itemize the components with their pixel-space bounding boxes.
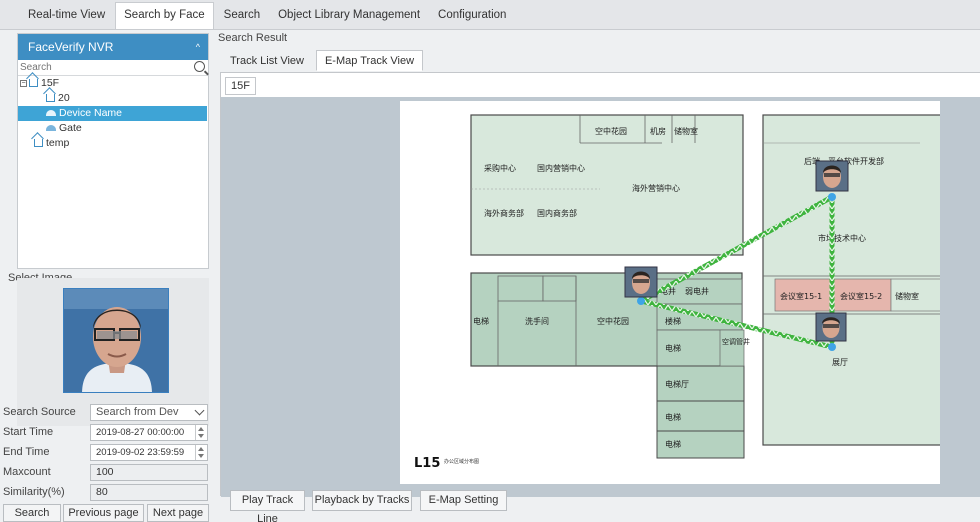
- tree-node-label: temp: [46, 137, 70, 149]
- maxcount-value: 100: [96, 466, 114, 478]
- maxcount-row: Maxcount 100: [0, 464, 213, 482]
- room-label: 电梯: [473, 316, 489, 326]
- room-label: 弱电井: [685, 286, 709, 296]
- similarity-label: Similarity(%): [3, 486, 65, 498]
- playback-by-tracks-button[interactable]: Playback by Tracks: [312, 490, 412, 511]
- result-tab-bar: Track List View E-Map Track View: [221, 50, 426, 72]
- tab-configuration[interactable]: Configuration: [430, 3, 514, 29]
- collapse-icon[interactable]: ^: [196, 34, 200, 60]
- room-label: 会议室15-2: [840, 291, 882, 301]
- room-label: 会议室15-1: [780, 291, 822, 301]
- start-time-value: 2019-08-27 00:00:00: [96, 427, 185, 438]
- floor-plan[interactable]: 空中花园 机房 储物室 采购中心 国内营销中心 海外营销中心 海外商务部 国内商…: [400, 101, 942, 484]
- room-label: 国内营销中心: [537, 163, 585, 173]
- start-time-field[interactable]: 2019-08-27 00:00:00: [90, 424, 208, 441]
- search-result-title: Search Result: [218, 32, 288, 44]
- room-label: 楼梯: [665, 316, 681, 326]
- tree-search-input[interactable]: [18, 60, 188, 75]
- search-button[interactable]: Search: [3, 504, 61, 522]
- previous-page-button[interactable]: Previous page: [63, 504, 144, 522]
- tab-e-map-track-view[interactable]: E-Map Track View: [315, 50, 424, 71]
- room-label: 国内商务部: [537, 208, 577, 218]
- similarity-row: Similarity(%) 80: [0, 484, 213, 502]
- similarity-value: 80: [96, 486, 108, 498]
- tab-search-by-face[interactable]: Search by Face: [115, 2, 214, 29]
- area-icon: [34, 139, 43, 147]
- search-source-select[interactable]: Search from Dev: [90, 404, 208, 421]
- end-time-spinner[interactable]: [195, 445, 207, 460]
- collapse-node-icon[interactable]: −: [20, 80, 27, 87]
- maxcount-field[interactable]: 100: [90, 464, 208, 481]
- room-label: 海外商务部: [484, 208, 524, 218]
- tab-object-library-management[interactable]: Object Library Management: [270, 3, 428, 29]
- room-label: 电梯: [665, 439, 681, 449]
- start-time-row: Start Time 2019-08-27 00:00:00: [0, 424, 213, 442]
- start-time-label: Start Time: [3, 426, 54, 438]
- nvr-title: FaceVerify NVR: [28, 40, 114, 54]
- left-panel: FaceVerify NVR ^ −15F 20 Device Name Gat…: [0, 30, 213, 522]
- main-panel: Search Result Track List View E-Map Trac…: [213, 30, 980, 522]
- floor-tab-15f[interactable]: 15F: [225, 77, 256, 95]
- tree-node-20[interactable]: 20: [18, 91, 208, 106]
- end-time-label: End Time: [3, 446, 50, 458]
- search-source-label: Search Source: [3, 406, 76, 418]
- room-label: 空中花园: [597, 316, 629, 326]
- end-time-row: End Time 2019-09-02 23:59:59: [0, 444, 213, 462]
- tab-real-time-view[interactable]: Real-time View: [20, 3, 113, 29]
- tree-search: [18, 60, 208, 76]
- face-photo[interactable]: [63, 288, 169, 393]
- e-map-content: 15F 空中花园 机房 储物室 采购中心 国内营销中心 海外营销中心 海外商务部…: [220, 72, 980, 497]
- room-label: 市场技术中心: [818, 233, 866, 243]
- search-source-value: Search from Dev: [96, 406, 179, 418]
- tab-track-list-view[interactable]: Track List View: [221, 50, 313, 71]
- maxcount-label: Maxcount: [3, 466, 51, 478]
- room-label: 采购中心: [484, 163, 516, 173]
- play-track-line-button[interactable]: Play Track Line: [230, 490, 305, 522]
- next-page-button[interactable]: Next page: [147, 504, 209, 522]
- tree-node-gate[interactable]: Gate: [18, 121, 208, 136]
- top-tab-bar: Real-time View Search by Face Search Obj…: [0, 0, 980, 30]
- floor-caption: 办公区域分布图: [444, 458, 479, 465]
- end-time-field[interactable]: 2019-09-02 23:59:59: [90, 444, 208, 461]
- map-area[interactable]: 空中花园 机房 储物室 采购中心 国内营销中心 海外营销中心 海外商务部 国内商…: [221, 97, 980, 497]
- tree-node-label: Device Name: [59, 107, 123, 119]
- area-icon: [46, 94, 55, 102]
- e-map-setting-button[interactable]: E-Map Setting: [420, 490, 507, 511]
- room-label: 电梯: [665, 412, 681, 422]
- room-label: 海外营销中心: [632, 183, 680, 193]
- floor-label: L15: [414, 456, 440, 471]
- room-label: 机房: [650, 126, 666, 136]
- room-label: 电梯厅: [665, 379, 689, 389]
- room-label: 洗手间: [525, 316, 549, 326]
- similarity-field[interactable]: 80: [90, 484, 208, 501]
- chevron-down-icon: [194, 405, 205, 416]
- room-label: 空调管井: [722, 337, 750, 346]
- tree-node-label: Gate: [59, 122, 82, 134]
- start-time-spinner[interactable]: [195, 425, 207, 440]
- tab-search[interactable]: Search: [216, 3, 268, 29]
- room-label: 储物室: [895, 291, 919, 301]
- device-tree-header[interactable]: FaceVerify NVR ^: [18, 34, 208, 60]
- room-label: 空中花园: [595, 126, 627, 136]
- room-label: 储物室: [674, 126, 698, 136]
- camera-icon: [46, 110, 56, 116]
- room-label: 展厅: [832, 358, 848, 367]
- end-time-value: 2019-09-02 23:59:59: [96, 447, 185, 458]
- area-icon: [29, 79, 38, 87]
- search-icon[interactable]: [194, 61, 205, 72]
- tree-node-device-name[interactable]: Device Name: [18, 106, 207, 121]
- tree-node-temp[interactable]: temp: [18, 136, 208, 151]
- room-label: 电梯: [665, 343, 681, 353]
- camera-icon: [46, 125, 56, 131]
- search-source-row: Search Source Search from Dev: [0, 404, 213, 422]
- device-tree-panel: FaceVerify NVR ^ −15F 20 Device Name Gat…: [17, 33, 209, 269]
- tree-node-label: 20: [58, 92, 70, 104]
